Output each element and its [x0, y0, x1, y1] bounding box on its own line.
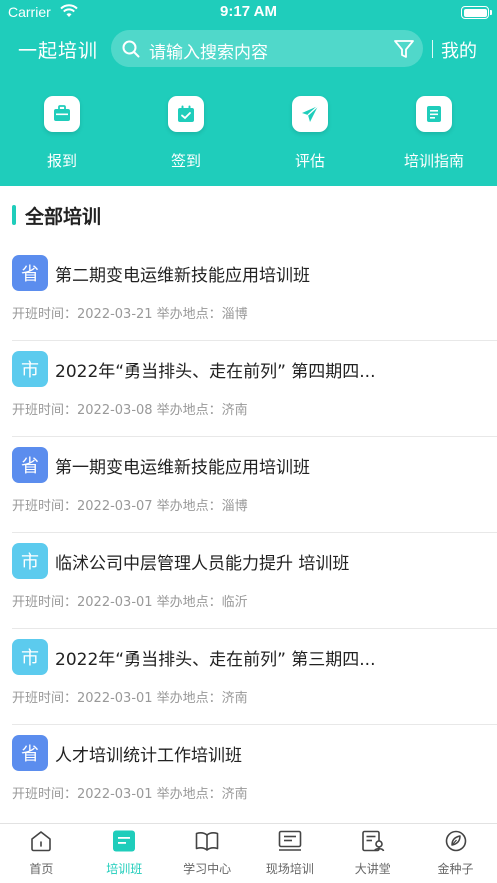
level-badge: 省: [12, 735, 48, 771]
tab-label: 学习中心: [183, 862, 232, 876]
tab-gold-seed[interactable]: 金种子: [414, 824, 497, 883]
training-title: 第二期变电运维新技能应用培训班: [55, 266, 310, 286]
section-title: 全部培训: [25, 205, 102, 228]
quick-action-guide[interactable]: 培训指南: [374, 96, 494, 171]
tab-training-class[interactable]: 培训班: [83, 824, 166, 883]
lecture-icon: [361, 830, 385, 852]
tab-label: 培训班: [106, 862, 143, 876]
tab-bar: 首页 培训班 学习中心 现场培训 大讲堂 金种子: [0, 823, 497, 883]
tab-onsite-training[interactable]: 现场培训: [248, 824, 331, 883]
tab-study-center[interactable]: 学习中心: [166, 824, 249, 883]
training-class-icon: [113, 830, 136, 852]
calendar-check-icon: [178, 105, 194, 122]
quick-action-label: 培训指南: [403, 152, 464, 170]
level-badge: 市: [12, 543, 48, 579]
clock: 9:17 AM: [220, 3, 277, 20]
list-item[interactable]: 省 第一期变电运维新技能应用培训班 开班时间：2022-03-07 举办地点：淄…: [12, 437, 497, 533]
training-meta: 开班时间：2022-03-08 举办地点：济南: [12, 403, 248, 418]
list-item[interactable]: 市 2022年“勇当排头、走在前列” 第三期四... 开班时间：2022-03-…: [12, 629, 497, 725]
training-title: 2022年“勇当排头、走在前列” 第三期四...: [55, 650, 376, 670]
status-bar: Carrier 9:17 AM: [0, 0, 497, 26]
quick-action-checkin[interactable]: 报到: [2, 96, 122, 171]
quick-action-label: 签到: [170, 152, 201, 170]
filter-icon[interactable]: [393, 38, 415, 60]
training-title: 人才培训统计工作培训班: [55, 746, 242, 766]
training-title: 2022年“勇当排头、走在前列” 第四期四...: [55, 362, 376, 382]
tab-label: 大讲堂: [354, 862, 391, 876]
list-item[interactable]: 市 临沭公司中层管理人员能力提升 培训班 开班时间：2022-03-01 举办地…: [12, 533, 497, 629]
search-bar[interactable]: 请输入搜索内容: [111, 30, 423, 67]
search-icon: [122, 40, 140, 58]
quick-action-label: 评估: [294, 152, 325, 170]
header-divider: [432, 40, 433, 58]
home-icon: [31, 831, 52, 852]
quick-action-signin[interactable]: 签到: [126, 96, 246, 171]
tab-home[interactable]: 首页: [0, 824, 83, 883]
mine-link[interactable]: 我的: [441, 37, 477, 63]
training-meta: 开班时间：2022-03-07 举办地点：淄博: [12, 499, 248, 514]
app-title: 一起培训: [18, 40, 99, 62]
tab-label: 首页: [29, 862, 54, 876]
tab-label: 金种子: [437, 862, 474, 876]
training-title: 第一期变电运维新技能应用培训班: [55, 458, 310, 478]
seed-icon: [445, 830, 466, 852]
list-item[interactable]: 省 人才培训统计工作培训班 开班时间：2022-03-01 举办地点：济南: [12, 725, 497, 821]
training-title: 临沭公司中层管理人员能力提升 培训班: [55, 554, 350, 574]
section-heading: 全部培训: [12, 200, 101, 230]
level-badge: 省: [12, 255, 48, 291]
tab-label: 现场培训: [265, 862, 314, 876]
battery-icon: [461, 6, 492, 19]
training-meta: 开班时间：2022-03-01 举办地点：临沂: [12, 595, 248, 610]
document-icon: [427, 106, 441, 122]
training-list: 省 第二期变电运维新技能应用培训班 开班时间：2022-03-21 举办地点：淄…: [0, 245, 497, 821]
paper-plane-icon: [302, 105, 319, 122]
level-badge: 省: [12, 447, 48, 483]
section-accent-bar: [12, 205, 16, 225]
level-badge: 市: [12, 639, 48, 675]
list-item[interactable]: 市 2022年“勇当排头、走在前列” 第四期四... 开班时间：2022-03-…: [12, 341, 497, 437]
training-meta: 开班时间：2022-03-21 举办地点：淄博: [12, 307, 248, 322]
level-badge: 市: [12, 351, 48, 387]
tab-lecture[interactable]: 大讲堂: [331, 824, 414, 883]
header: Carrier 9:17 AM 一起培训 请输入搜索内容 我的 报到 签到 评估…: [0, 0, 497, 186]
search-input[interactable]: 请输入搜索内容: [149, 38, 268, 63]
book-icon: [195, 832, 219, 851]
training-meta: 开班时间：2022-03-01 举办地点：济南: [12, 787, 248, 802]
quick-action-evaluate[interactable]: 评估: [250, 96, 370, 171]
list-item[interactable]: 省 第二期变电运维新技能应用培训班 开班时间：2022-03-21 举办地点：淄…: [12, 245, 497, 341]
briefcase-icon: [54, 105, 70, 121]
quick-action-label: 报到: [46, 152, 77, 170]
onsite-training-icon: [278, 830, 302, 851]
training-meta: 开班时间：2022-03-01 举办地点：济南: [12, 691, 248, 706]
